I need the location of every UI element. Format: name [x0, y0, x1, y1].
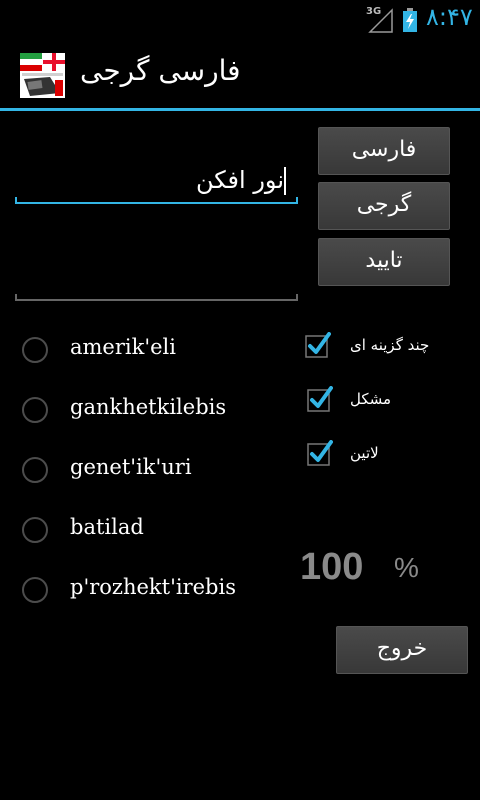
- difficult-checkbox-row[interactable]: مشکل: [300, 382, 470, 422]
- translation-output-field[interactable]: [15, 245, 298, 301]
- answer-option-4[interactable]: batilad: [22, 511, 292, 551]
- text-caret: [284, 167, 286, 195]
- checkbox-checked-icon[interactable]: [305, 332, 331, 358]
- status-bar: 3G ۸:۴۷: [0, 0, 480, 38]
- answer-option-label: amerik'eli: [70, 335, 176, 359]
- radio-button[interactable]: [22, 397, 48, 423]
- action-bar: فارسی گرجی: [0, 38, 480, 108]
- word-input-value: نور افکن: [196, 166, 286, 195]
- screen: 3G ۸:۴۷ فارسی گرجی نور افکن فارسی گرجی ت…: [0, 0, 480, 800]
- word-input-field[interactable]: نور افکن: [15, 148, 298, 204]
- radio-button[interactable]: [22, 577, 48, 603]
- confirm-button[interactable]: تایید: [318, 238, 450, 286]
- answer-option-label: batilad: [70, 515, 144, 539]
- input-underline-tick-right: [296, 197, 298, 204]
- output-underline-tick-right: [296, 294, 298, 301]
- persian-button[interactable]: فارسی: [318, 127, 450, 175]
- checkbox-checked-icon[interactable]: [307, 440, 333, 466]
- input-underline-tick-left: [15, 197, 17, 204]
- signal-icon: [368, 8, 393, 33]
- output-underline-tick-left: [15, 294, 17, 301]
- word-input-text: نور افکن: [196, 166, 284, 194]
- score-percent-sign: %: [394, 552, 419, 583]
- answer-option-3[interactable]: genet'ik'uri: [22, 451, 292, 491]
- app-logo-icon[interactable]: [20, 53, 65, 98]
- answer-option-2[interactable]: gankhetkilebis: [22, 391, 292, 431]
- latin-label: لاتین: [350, 444, 379, 462]
- action-bar-divider: [0, 108, 480, 111]
- exit-button[interactable]: خروج: [336, 626, 468, 674]
- score-value: 100: [300, 546, 364, 588]
- app-title: فارسی گرجی: [80, 54, 241, 87]
- clock: ۸:۴۷: [426, 3, 473, 31]
- checkbox-checked-icon[interactable]: [307, 386, 333, 412]
- difficult-label: مشکل: [350, 390, 392, 408]
- latin-checkbox-row[interactable]: لاتین: [300, 436, 470, 476]
- radio-button[interactable]: [22, 337, 48, 363]
- georgian-button[interactable]: گرجی: [318, 182, 450, 230]
- output-underline: [15, 299, 298, 301]
- answer-option-label: genet'ik'uri: [70, 455, 192, 479]
- input-underline: [15, 202, 298, 204]
- battery-charging-icon: [403, 8, 417, 32]
- answer-option-1[interactable]: amerik'eli: [22, 331, 292, 371]
- answer-option-5[interactable]: p'rozhekt'irebis: [22, 571, 292, 611]
- radio-button[interactable]: [22, 457, 48, 483]
- radio-button[interactable]: [22, 517, 48, 543]
- answer-option-label: gankhetkilebis: [70, 395, 227, 419]
- answer-option-label: p'rozhekt'irebis: [70, 575, 236, 599]
- multiple-choice-checkbox-row[interactable]: چند گزینه ای: [300, 328, 470, 368]
- multiple-choice-label: چند گزینه ای: [350, 336, 430, 354]
